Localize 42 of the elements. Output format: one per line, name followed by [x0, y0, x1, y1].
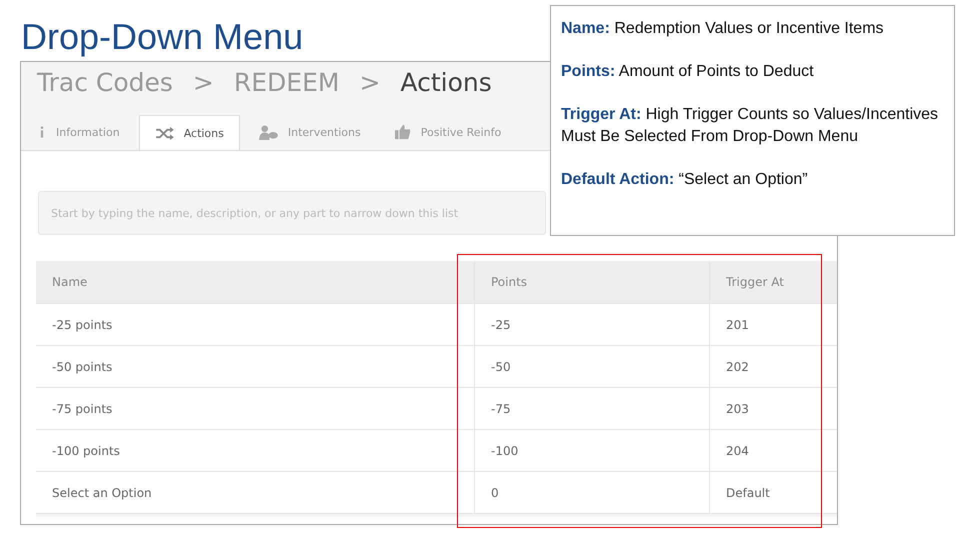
breadcrumb-item[interactable]: REDEEM: [234, 68, 340, 97]
table-row[interactable]: -25 points -25 201: [36, 304, 837, 346]
callout-text: Name: Redemption Values or Incentive Items: [561, 19, 885, 39]
column-header[interactable]: Points: [474, 261, 709, 303]
column-header[interactable]: Trigger At: [709, 261, 837, 303]
breadcrumb-separator: >: [359, 68, 380, 97]
table-row[interactable]: Select an Option 0 Default: [36, 472, 837, 514]
column-header[interactable]: Name: [36, 261, 474, 303]
table-cell-text: -75 points: [51, 400, 114, 418]
table-cell: -50: [474, 346, 709, 387]
table-cell: 204: [709, 430, 837, 471]
slide-title: Drop-Down Menu: [21, 15, 304, 59]
table-row[interactable]: -50 points -50 202: [36, 346, 837, 388]
table-cell: 0: [474, 472, 709, 513]
tab[interactable]: Interventions: [244, 115, 376, 149]
breadcrumb-separator: >: [192, 68, 214, 97]
breadcrumb-item: Actions: [400, 68, 492, 97]
table-row[interactable]: -75 points -75 203: [36, 388, 837, 430]
table-cell: -75: [474, 388, 709, 429]
table-cell: -100: [474, 430, 709, 471]
table-row[interactable]: -100 points -100 204: [36, 430, 837, 472]
callout-text: Default Action: “Select an Option”: [561, 170, 809, 190]
table-cell: 203: [709, 388, 837, 429]
table-cell-text: Select an Option: [51, 484, 153, 502]
table-cell-text: -50 points: [51, 358, 114, 376]
shuffle-icon: [154, 126, 174, 140]
info-icon: [38, 125, 46, 139]
thumbs-up-icon: [394, 124, 411, 140]
table-cell: 201: [709, 304, 837, 345]
tab[interactable]: Actions: [138, 115, 240, 150]
table-cell: -25: [474, 304, 709, 345]
callout-text: Trigger At: High Trigger Counts so Values/Incentives Must Be Selected From Drop-Down Menu: [561, 105, 940, 147]
person-chat-icon: [258, 124, 278, 140]
table-cell: Default: [709, 472, 837, 513]
table-cell-text: -25 points: [51, 316, 114, 334]
search-field[interactable]: Start by typing the name, description, or any part to narrow down this list: [38, 191, 546, 235]
callout-text: Points: Amount of Points to Deduct: [561, 62, 815, 82]
table-cell: 202: [709, 346, 837, 387]
table-cell-text: -100 points: [51, 442, 121, 460]
tab[interactable]: Information: [23, 115, 135, 149]
tab[interactable]: Positive Reinfo: [380, 115, 516, 149]
breadcrumb-item[interactable]: Trac Codes: [37, 68, 173, 97]
